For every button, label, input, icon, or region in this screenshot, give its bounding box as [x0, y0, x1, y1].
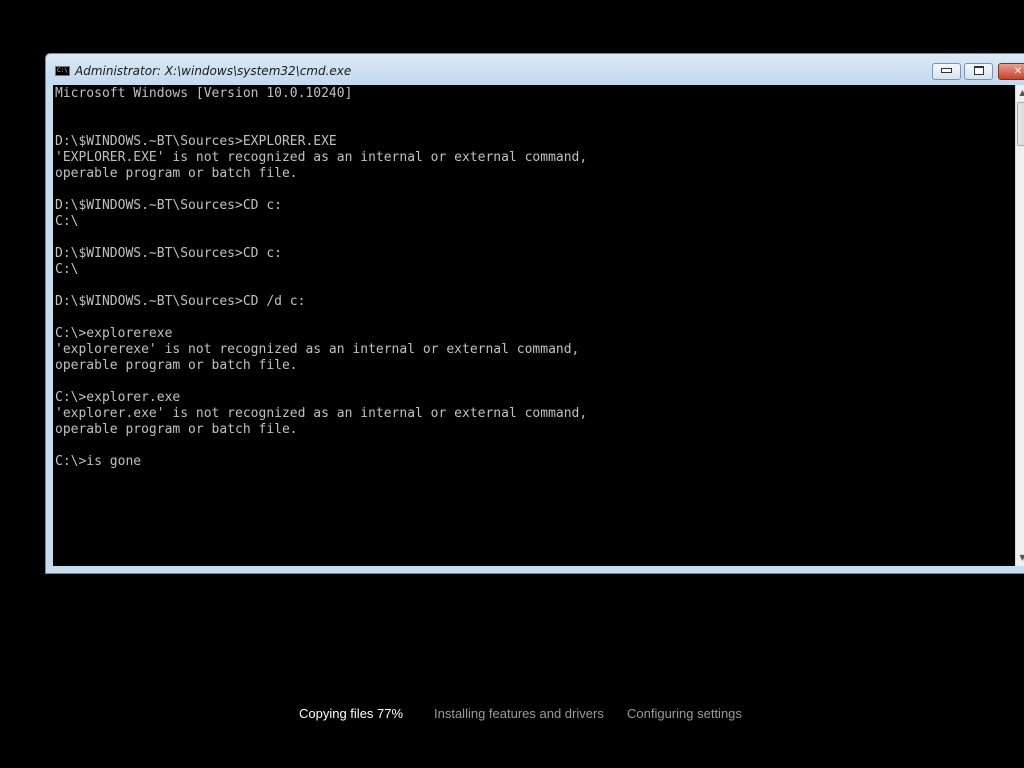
console-line: C:\>explorerexe — [55, 326, 173, 341]
step-configuring-settings: Configuring settings — [627, 706, 742, 721]
console-line: operable program or batch file. — [55, 166, 298, 181]
console-line: D:\$WINDOWS.~BT\Sources>EXPLORER.EXE — [55, 134, 337, 149]
console-line: D:\$WINDOWS.~BT\Sources>CD /d c: — [55, 294, 306, 309]
window-title: Administrator: X:\windows\system32\cmd.e… — [75, 64, 352, 78]
scroll-up-arrow-icon[interactable]: ▲ — [1016, 85, 1024, 101]
console-line: 'EXPLORER.EXE' is not recognized as an i… — [55, 150, 588, 165]
minimize-button[interactable] — [932, 63, 961, 80]
cmd-window-icon[interactable]: C:\ — [55, 66, 70, 76]
setup-screen: C:\ Administrator: X:\windows\system32\c… — [0, 0, 1024, 768]
console-text: Microsoft Windows [Version 10.0.10240] D:… — [55, 86, 587, 470]
console-line: D:\$WINDOWS.~BT\Sources>CD c: — [55, 198, 282, 213]
console-line: 'explorer.exe' is not recognized as an i… — [55, 406, 588, 421]
step-installing-features: Installing features and drivers — [434, 706, 604, 721]
maximize-icon — [973, 65, 984, 75]
console-line: C:\>explorer.exe — [55, 390, 181, 405]
console-line: C:\ — [55, 262, 79, 277]
title-bar[interactable]: C:\ Administrator: X:\windows\system32\c… — [46, 54, 1024, 85]
close-icon: ✕ — [1013, 66, 1023, 77]
minimize-icon — [941, 67, 952, 73]
console-line: 'explorerexe' is not recognized as an in… — [55, 342, 580, 357]
step-copying-files: Copying files 77% — [299, 706, 404, 721]
cmd-window[interactable]: C:\ Administrator: X:\windows\system32\c… — [45, 53, 1024, 574]
scroll-thumb[interactable] — [1017, 102, 1024, 146]
console-line: D:\$WINDOWS.~BT\Sources>CD c: — [55, 246, 282, 261]
vertical-scrollbar[interactable]: ▲ ▼ — [1015, 85, 1024, 566]
maximize-button[interactable] — [964, 63, 993, 80]
console-line: operable program or batch file. — [55, 422, 298, 437]
console-line: C:\>is gone — [55, 454, 142, 469]
setup-progress-steps: Copying files 77% Installing features an… — [0, 704, 1024, 728]
close-button[interactable]: ✕ — [998, 63, 1024, 80]
console-output[interactable]: Microsoft Windows [Version 10.0.10240] D:… — [53, 85, 1015, 566]
scroll-down-arrow-icon[interactable]: ▼ — [1016, 550, 1024, 566]
console-line: C:\ — [55, 214, 79, 229]
console-line: operable program or batch file. — [55, 358, 298, 373]
console-line: Microsoft Windows [Version 10.0.10240] — [55, 86, 353, 101]
